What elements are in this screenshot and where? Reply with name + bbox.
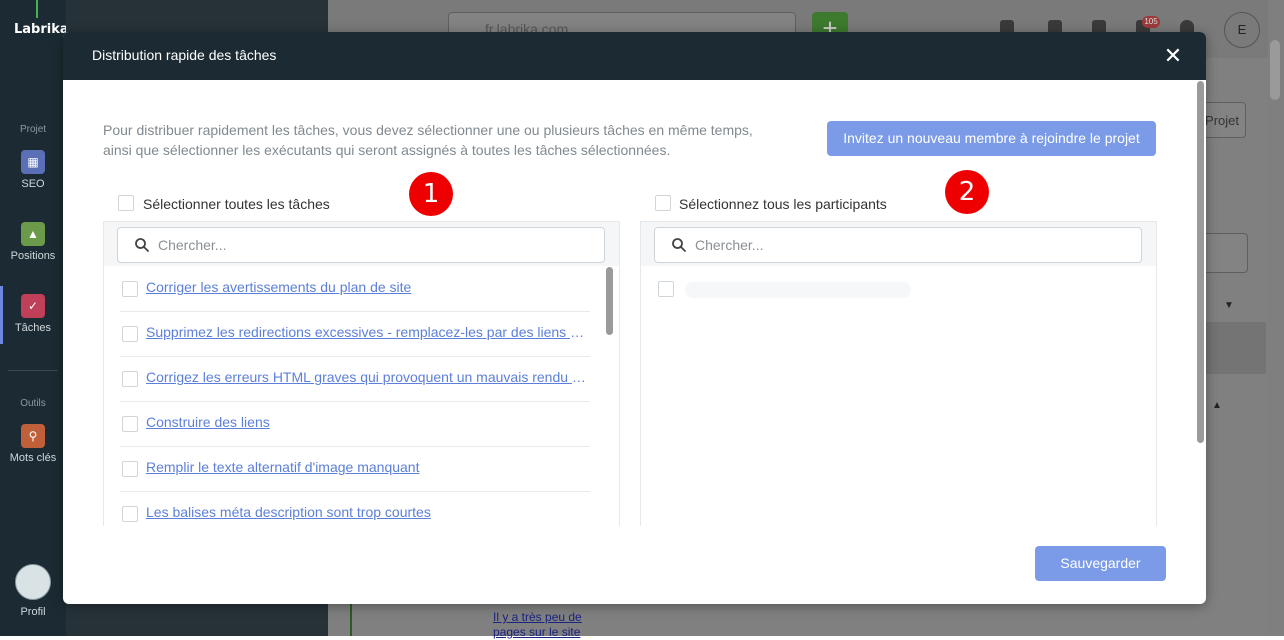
sidebar-section-projet: Projet xyxy=(19,124,47,135)
task-checkbox[interactable] xyxy=(122,326,138,342)
profile-avatar xyxy=(15,564,51,600)
select-all-participants-checkbox[interactable] xyxy=(655,195,671,211)
background-input[interactable] xyxy=(1200,233,1248,273)
sidebar-item-profil[interactable]: Profil xyxy=(0,564,66,618)
select-all-tasks-checkbox[interactable] xyxy=(118,195,134,211)
task-link[interactable]: Corrigez les erreurs HTML graves qui pro… xyxy=(146,369,588,385)
participant-name-redacted xyxy=(685,282,911,298)
task-link[interactable]: Supprimez les redirections excessives - … xyxy=(146,324,588,340)
sidebar-divider xyxy=(8,370,58,371)
task-row: Corrigez les erreurs HTML graves qui pro… xyxy=(120,356,590,402)
task-row: Corriger les avertissements du plan de s… xyxy=(120,266,590,312)
sidebar-item-mots-cles[interactable]: ⚲ Mots clés xyxy=(0,424,66,464)
seo-icon: ▦ xyxy=(21,150,45,174)
task-checkbox[interactable] xyxy=(122,461,138,477)
sidebar-item-label: Positions xyxy=(10,250,56,262)
modal-title: Distribution rapide des tâches xyxy=(92,47,277,63)
logo-accent-line xyxy=(36,0,38,18)
search-icon xyxy=(672,238,686,252)
tasks-check-icon: ✓ xyxy=(21,294,45,318)
modal-description: Pour distribuer rapidement les tâches, v… xyxy=(103,122,753,158)
participants-search-input[interactable]: Chercher... xyxy=(654,227,1142,263)
sidebar-section-outils: Outils xyxy=(20,398,46,409)
marker-1: 1 xyxy=(409,172,453,216)
notification-badge: 105 xyxy=(1142,16,1160,28)
task-row: Construire des liens xyxy=(120,401,590,447)
close-icon[interactable]: ✕ xyxy=(1161,42,1185,70)
app-logo[interactable]: Labrika xyxy=(14,22,69,37)
background-green-line xyxy=(350,600,352,636)
sidebar-item-taches[interactable]: ✓ Tâches xyxy=(0,294,66,334)
select-all-participants-label[interactable]: Sélectionnez tous les participants xyxy=(679,196,887,212)
task-link[interactable]: Remplir le texte alternatif d'image manq… xyxy=(146,459,588,475)
sidebar-item-label: Profil xyxy=(20,606,46,618)
task-link[interactable]: Les balises méta description sont trop c… xyxy=(146,504,588,520)
sidebar-item-label: Mots clés xyxy=(9,452,57,464)
select-all-tasks-label[interactable]: Sélectionner toutes les tâches xyxy=(143,196,330,212)
task-link[interactable]: Construire des liens xyxy=(146,414,588,430)
participants-search-strip: Chercher... xyxy=(641,222,1156,266)
search-icon xyxy=(135,238,149,252)
save-button[interactable]: Sauvegarder xyxy=(1035,546,1166,581)
modal-header: Distribution rapide des tâches ✕ xyxy=(63,32,1206,80)
search-placeholder: Chercher... xyxy=(158,237,227,253)
sidebar-item-label: Tâches xyxy=(14,322,52,334)
tasks-scrollbar[interactable] xyxy=(606,267,613,335)
tasks-search-input[interactable]: Chercher... xyxy=(117,227,605,263)
task-row: Remplir le texte alternatif d'image manq… xyxy=(120,446,590,492)
task-row: Supprimez les redirections excessives - … xyxy=(120,311,590,357)
task-checkbox[interactable] xyxy=(122,416,138,432)
page-scrollbar[interactable] xyxy=(1270,40,1280,100)
participant-checkbox[interactable] xyxy=(658,281,674,297)
user-avatar[interactable]: E xyxy=(1224,12,1260,48)
caret-up-icon[interactable]: ▲ xyxy=(1212,400,1222,411)
search-placeholder: Chercher... xyxy=(695,237,764,253)
invite-member-button[interactable]: Invitez un nouveau membre à rejoindre le… xyxy=(827,121,1156,156)
caret-down-icon[interactable]: ▼ xyxy=(1224,300,1234,311)
keywords-icon: ⚲ xyxy=(21,424,45,448)
sidebar-item-positions[interactable]: ▲ Positions xyxy=(0,222,66,262)
background-table-header xyxy=(1206,322,1266,374)
task-link[interactable]: Corriger les avertissements du plan de s… xyxy=(146,279,588,295)
tasks-search-strip: Chercher... xyxy=(104,222,619,266)
task-checkbox[interactable] xyxy=(122,281,138,297)
sidebar-item-seo[interactable]: ▦ SEO xyxy=(0,150,66,190)
task-checkbox[interactable] xyxy=(122,506,138,522)
positions-chart-icon: ▲ xyxy=(21,222,45,246)
marker-2: 2 xyxy=(945,170,989,214)
participants-panel: Chercher... xyxy=(640,221,1157,526)
task-distribution-modal: Distribution rapide des tâches ✕ Pour di… xyxy=(63,32,1206,604)
app-sidebar: Labrika Projet ▦ SEO ▲ Positions ✓ Tâche… xyxy=(0,0,69,636)
sidebar-item-label: SEO xyxy=(21,178,45,190)
tasks-panel: Chercher... Corriger les avertissements … xyxy=(103,221,620,526)
task-checkbox[interactable] xyxy=(122,371,138,387)
task-row: Les balises méta description sont trop c… xyxy=(120,491,590,526)
modal-scrollbar[interactable] xyxy=(1197,81,1204,443)
